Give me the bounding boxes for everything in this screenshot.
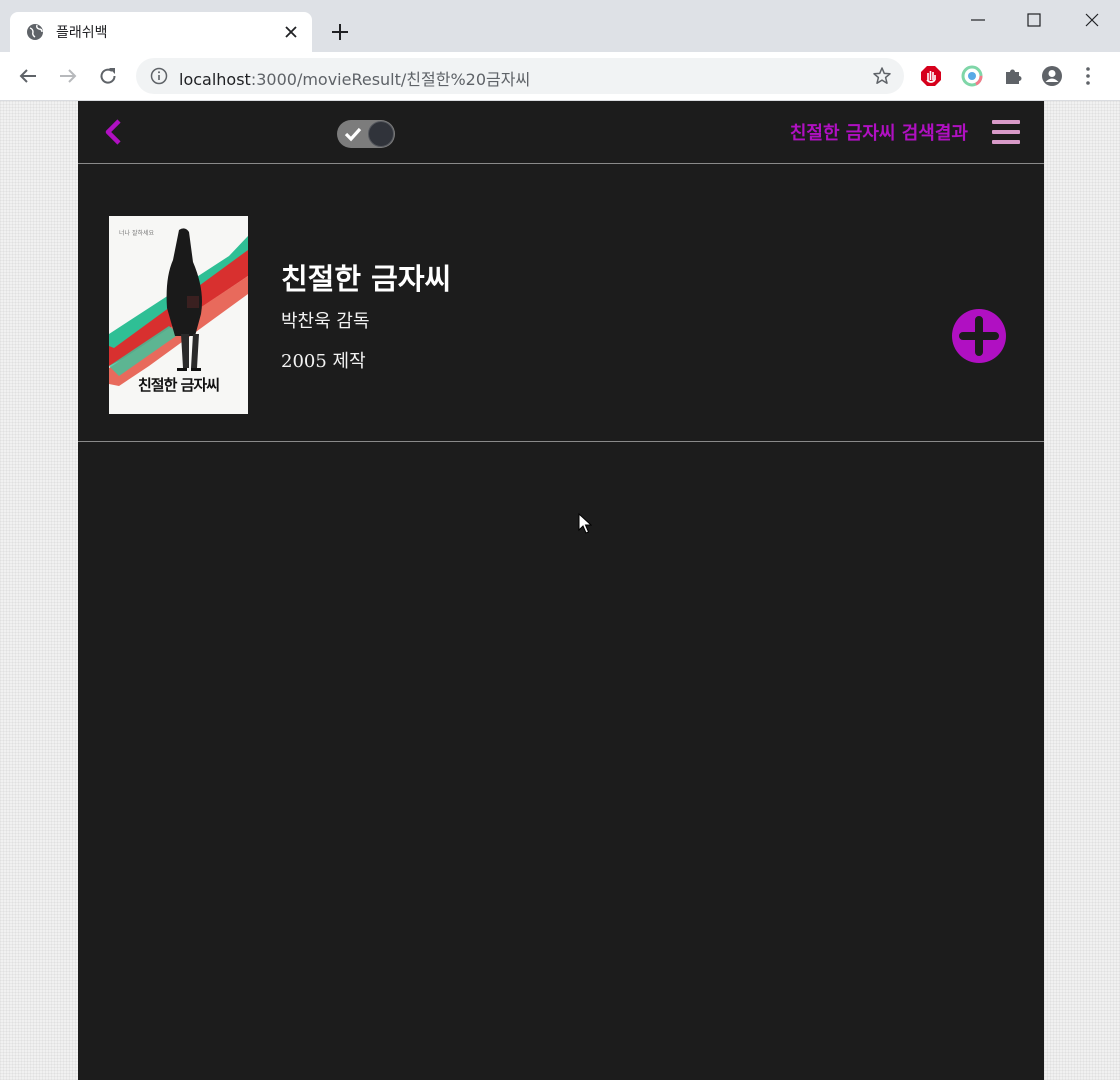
poster-title-text: 친절한 금자씨 [137,376,220,394]
search-result-title: 친절한 금자씨 검색결과 [789,123,968,144]
app-container: 친절한 금자씨 검색결과 너나 잘하세요 친절한 금자씨 친절한 금자씨 박찬욱… [78,101,1044,1080]
movie-title: 친절한 금자씨 [281,262,452,296]
app-header: 친절한 금자씨 검색결과 [78,101,1044,164]
tab-title: 플래쉬백 [56,25,108,41]
extensions-puzzle-icon[interactable] [1002,65,1024,87]
address-bar[interactable]: localhost:3000/movieResult/친절한%20금자씨 [136,58,904,94]
profile-avatar-icon[interactable] [1041,65,1063,87]
back-arrow-icon[interactable] [16,64,40,88]
browser-tab[interactable]: 플래쉬백 [10,12,312,52]
poster-tagline: 너나 잘하세요 [119,230,155,237]
url-text: localhost:3000/movieResult/친절한%20금자씨 [179,66,530,90]
color-picker-extension-icon[interactable] [961,65,983,87]
movie-year: 2005 제작 [281,351,366,372]
chevron-left-icon[interactable] [102,118,124,146]
forward-arrow-icon[interactable] [56,64,80,88]
more-vert-icon[interactable] [1077,65,1099,87]
url-path: :3000/movieResult/친절한%20금자씨 [250,70,531,89]
plus-circle-icon[interactable] [951,308,1007,364]
browser-toolbar: localhost:3000/movieResult/친절한%20금자씨 [0,52,1120,101]
bookmark-star-icon[interactable] [872,66,892,86]
globe-icon [27,24,43,40]
maximize-icon[interactable] [1022,8,1046,32]
movie-poster[interactable]: 너나 잘하세요 친절한 금자씨 [109,216,248,414]
info-icon[interactable] [150,67,168,85]
movie-result-item[interactable]: 너나 잘하세요 친절한 금자씨 친절한 금자씨 박찬욱 감독 2005 제작 [78,164,1044,442]
browser-tabstrip: 플래쉬백 [0,0,1120,52]
toggle-knob [368,121,394,147]
theme-toggle[interactable] [337,120,395,148]
hamburger-menu-icon[interactable] [992,119,1020,145]
close-window-icon[interactable] [1080,8,1104,32]
minimize-icon[interactable] [966,8,990,32]
check-icon [344,127,362,142]
adblock-extension-icon[interactable] [920,65,942,87]
close-tab-icon[interactable] [282,23,300,41]
url-host: localhost [179,70,251,89]
movie-director: 박찬욱 감독 [281,311,370,332]
reload-icon[interactable] [96,64,120,88]
new-tab-icon[interactable] [328,20,352,44]
mouse-cursor-icon [578,513,592,534]
